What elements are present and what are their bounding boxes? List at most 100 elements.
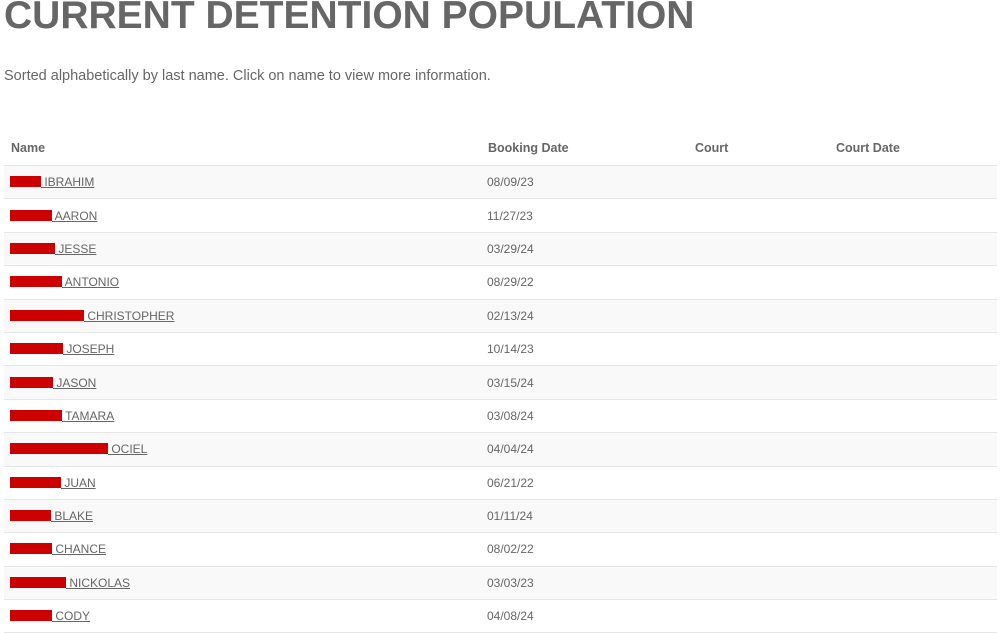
cell-booking-date: 08/02/22 <box>481 532 688 567</box>
table-row: NICKOLAS 03/03/23 <box>4 566 997 601</box>
cell-court-date <box>829 265 997 300</box>
redaction-bar <box>10 443 108 455</box>
cell-name: JUAN <box>4 466 481 500</box>
table-row: ANTONIO 08/29/22 <box>4 265 997 300</box>
cell-court <box>688 232 829 267</box>
cell-name: CHANCE <box>4 532 481 567</box>
inmate-name-link[interactable]: BLAKE <box>10 509 93 523</box>
cell-court <box>688 499 829 534</box>
redaction-bar <box>10 276 62 288</box>
inmate-first-name: IBRAHIM <box>41 175 95 190</box>
page: CURRENT DETENTION POPULATION Sorted alph… <box>0 0 1000 633</box>
inmate-first-name: ANTONIO <box>62 275 120 290</box>
cell-court <box>688 599 829 633</box>
table-row: TAMARA 03/08/24 <box>4 399 997 434</box>
table-row: BLAKE 01/11/24 <box>4 499 997 534</box>
header-booking-date: Booking Date <box>481 130 688 166</box>
cell-court-date <box>829 232 997 267</box>
inmate-name-link[interactable]: CHRISTOPHER <box>10 309 174 323</box>
cell-court-date <box>829 566 997 601</box>
cell-booking-date: 03/15/24 <box>481 365 688 400</box>
cell-court <box>688 466 829 500</box>
detention-table: Name Booking Date Court Court Date IBRAH… <box>4 130 997 633</box>
cell-court <box>688 299 829 333</box>
cell-booking-date: 11/27/23 <box>481 198 688 233</box>
cell-name: IBRAHIM <box>4 165 481 200</box>
table-row: JASON 03/15/24 <box>4 365 997 400</box>
inmate-name-link[interactable]: JUAN <box>10 476 96 490</box>
table-header-row: Name Booking Date Court Court Date <box>4 130 997 166</box>
inmate-name-link[interactable]: ANTONIO <box>10 275 119 289</box>
page-title: CURRENT DETENTION POPULATION <box>4 0 695 37</box>
inmate-name-link[interactable]: NICKOLAS <box>10 576 130 590</box>
cell-name: ANTONIO <box>4 265 481 300</box>
cell-name: JESSE <box>4 232 481 267</box>
redaction-bar <box>10 309 84 321</box>
cell-court <box>688 399 829 434</box>
cell-court-date <box>829 532 997 567</box>
cell-name: NICKOLAS <box>4 566 481 601</box>
cell-court-date <box>829 466 997 500</box>
table-body: IBRAHIM 08/09/23 AARON 11/27/23 JESSE 03/29… <box>4 165 997 633</box>
cell-court-date <box>829 499 997 534</box>
cell-booking-date: 03/29/24 <box>481 232 688 267</box>
cell-booking-date: 08/09/23 <box>481 165 688 200</box>
table-row: JESSE 03/29/24 <box>4 232 997 267</box>
cell-booking-date: 03/03/23 <box>481 566 688 601</box>
cell-booking-date: 02/13/24 <box>481 299 688 333</box>
cell-court <box>688 265 829 300</box>
cell-name: JOSEPH <box>4 332 481 367</box>
cell-court <box>688 532 829 567</box>
cell-court-date <box>829 165 997 200</box>
cell-booking-date: 10/14/23 <box>481 332 688 367</box>
redaction-bar <box>10 476 61 488</box>
cell-court <box>688 566 829 601</box>
cell-booking-date: 01/11/24 <box>481 499 688 534</box>
redaction-bar <box>10 610 52 622</box>
inmate-name-link[interactable]: JOSEPH <box>10 342 114 356</box>
redaction-bar <box>10 409 62 421</box>
inmate-first-name: TAMARA <box>62 408 115 423</box>
header-court: Court <box>688 130 829 166</box>
inmate-first-name: CHANCE <box>52 542 107 557</box>
inmate-name-link[interactable]: CODY <box>10 609 90 623</box>
inmate-name-link[interactable]: TAMARA <box>10 409 114 423</box>
table-row: OCIEL 04/04/24 <box>4 432 997 467</box>
inmate-name-link[interactable]: JESSE <box>10 242 96 256</box>
redaction-bar <box>10 376 53 388</box>
inmate-first-name: CODY <box>52 609 91 624</box>
inmate-name-link[interactable]: OCIEL <box>10 442 147 456</box>
table-row: JUAN 06/21/22 <box>4 466 997 500</box>
inmate-name-link[interactable]: IBRAHIM <box>10 175 94 189</box>
inmate-first-name: JUAN <box>61 475 96 490</box>
cell-court-date <box>829 599 997 633</box>
cell-booking-date: 06/21/22 <box>481 466 688 500</box>
table-row: AARON 11/27/23 <box>4 198 997 233</box>
inmate-first-name: JESSE <box>55 241 97 256</box>
inmate-name-link[interactable]: AARON <box>10 209 97 223</box>
inmate-name-link[interactable]: CHANCE <box>10 542 106 556</box>
cell-court <box>688 432 829 467</box>
inmate-first-name: OCIEL <box>108 442 148 457</box>
cell-name: TAMARA <box>4 399 481 434</box>
table-row: IBRAHIM 08/09/23 <box>4 165 997 200</box>
inmate-first-name: JASON <box>53 375 97 390</box>
redaction-bar <box>10 242 55 254</box>
cell-name: AARON <box>4 198 481 233</box>
inmate-name-link[interactable]: JASON <box>10 376 96 390</box>
inmate-first-name: CHRISTOPHER <box>84 308 175 323</box>
cell-court-date <box>829 332 997 367</box>
cell-name: OCIEL <box>4 432 481 467</box>
header-name: Name <box>4 130 481 166</box>
page-subtitle: Sorted alphabetically by last name. Clic… <box>4 68 491 84</box>
redaction-bar <box>10 343 63 355</box>
redaction-bar <box>10 576 66 588</box>
inmate-first-name: JOSEPH <box>63 342 115 357</box>
inmate-first-name: NICKOLAS <box>66 575 131 590</box>
cell-court-date <box>829 399 997 434</box>
cell-booking-date: 04/04/24 <box>481 432 688 467</box>
table-row: CHRISTOPHER 02/13/24 <box>4 299 997 333</box>
cell-name: BLAKE <box>4 499 481 534</box>
cell-booking-date: 08/29/22 <box>481 265 688 300</box>
table-row: CHANCE 08/02/22 <box>4 532 997 567</box>
